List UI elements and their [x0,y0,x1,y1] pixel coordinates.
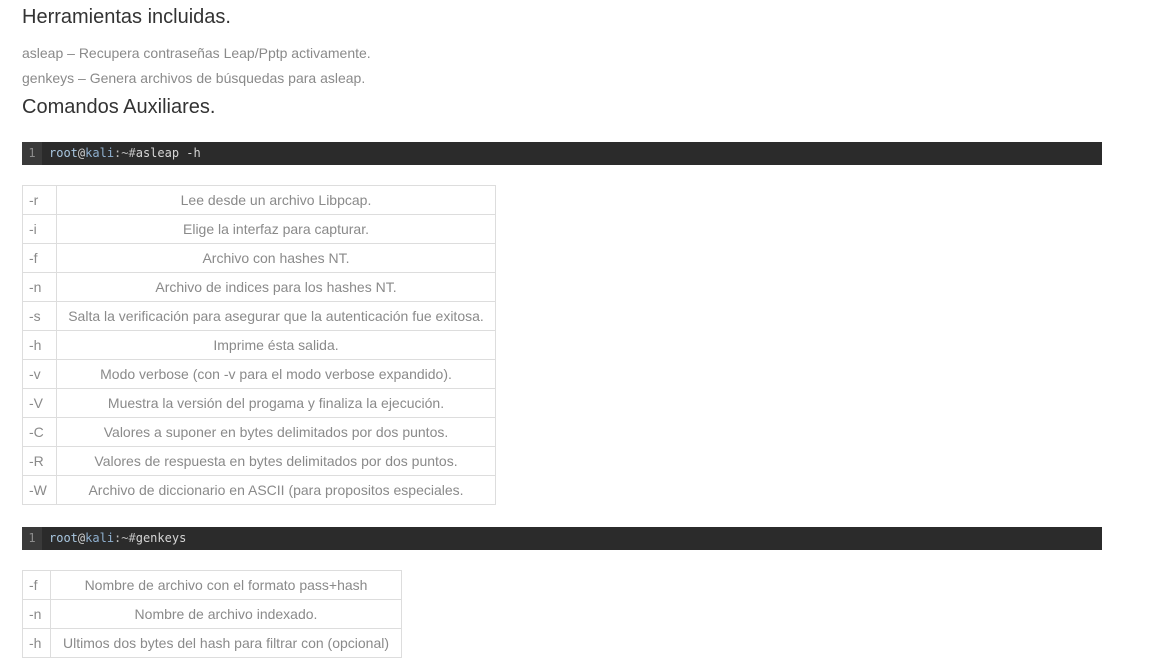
option-flag: -C [22,417,57,447]
option-flag: -f [22,570,51,600]
option-description: Imprime ésta salida. [56,330,496,360]
table-row: -h Ultimos dos bytes del hash para filtra… [22,628,402,658]
line-number: 1 [22,527,42,550]
tools-heading: Herramientas incluidas. [22,6,231,28]
option-flag: -v [22,359,57,389]
option-description: Modo verbose (con -v para el modo verbos… [56,359,496,389]
option-description: Nombre de archivo indexado. [50,599,402,629]
option-flag: -n [22,599,51,629]
prompt-host: kali [85,531,115,545]
table-row: -C Valores a suponer en bytes delimitados… [22,417,496,447]
option-flag: -f [22,243,57,273]
code-block-asleap[interactable]: 1 root@kali:~#asleap -h [22,142,1102,165]
table-row: -s Salta la verificación para asegurar qu… [22,301,496,331]
line-number: 1 [22,142,42,165]
option-description: Ultimos dos bytes del hash para filtrar … [50,628,402,658]
tool-asleap-description: asleap – Recupera contraseñas Leap/Pptp … [22,45,371,61]
table-row: -v Modo verbose (con -v para el modo verb… [22,359,496,389]
prompt-user: root [49,146,78,160]
prompt-symbol: :~# [114,531,136,545]
table-row: -n Archivo de indices para los hashes NT. [22,272,496,302]
table-row: -h Imprime ésta salida. [22,330,496,360]
table-row: -f Archivo con hashes NT. [22,243,496,273]
option-flag: -n [22,272,57,302]
option-description: Valores de respuesta en bytes delimitado… [56,446,496,476]
table-row: -V Muestra la versión del progama y final… [22,388,496,418]
table-row: -r Lee desde un archivo Libpcap. [22,185,496,215]
prompt-symbol: :~# [114,146,136,160]
option-description: Muestra la versión del progama y finaliz… [56,388,496,418]
option-description: Lee desde un archivo Libpcap. [56,185,496,215]
prompt-user: root [49,531,78,545]
genkeys-options-table: -f Nombre de archivo con el formato pass+… [22,570,402,658]
option-flag: -i [22,214,57,244]
option-flag: -h [22,330,57,360]
table-row: -R Valores de respuesta en bytes delimita… [22,446,496,476]
prompt-host: kali [85,146,115,160]
table-row: -i Elige la interfaz para capturar. [22,214,496,244]
tool-genkeys-description: genkeys – Genera archivos de búsquedas p… [22,70,366,86]
option-description: Salta la verificación para asegurar que … [56,301,496,331]
table-row: -f Nombre de archivo con el formato pass+… [22,570,402,600]
command-text: genkeys [135,531,187,545]
option-flag: -W [22,475,57,505]
aux-commands-heading: Comandos Auxiliares. [22,96,216,118]
option-description: Archivo de indices para los hashes NT. [56,272,496,302]
option-flag: -R [22,446,57,476]
option-description: Archivo de diccionario en ASCII (para pr… [56,475,496,505]
table-row: -n Nombre de archivo indexado. [22,599,402,629]
option-flag: -r [22,185,57,215]
option-flag: -s [22,301,57,331]
asleap-options-table: -r Lee desde un archivo Libpcap. -i Elige l… [22,185,496,505]
option-description: Nombre de archivo con el formato pass+ha… [50,570,402,600]
option-description: Elige la interfaz para capturar. [56,214,496,244]
option-description: Archivo con hashes NT. [56,243,496,273]
option-description: Valores a suponer en bytes delimitados p… [56,417,496,447]
option-flag: -h [22,628,51,658]
code-block-genkeys[interactable]: 1 root@kali:~#genkeys [22,527,1102,550]
table-row: -W Archivo de diccionario en ASCII (para … [22,475,496,505]
command-text: asleap -h [135,146,201,160]
option-flag: -V [22,388,57,418]
